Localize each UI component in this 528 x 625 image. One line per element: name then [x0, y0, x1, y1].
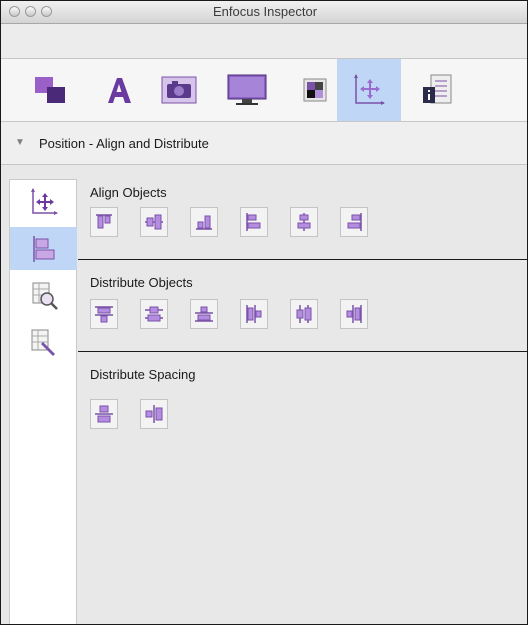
info-icon: [423, 74, 452, 104]
distribute-top-button[interactable]: [90, 299, 118, 329]
align-horizontal-center-icon: [297, 213, 311, 231]
move-icon: [30, 187, 58, 215]
tab-display[interactable]: [219, 59, 275, 121]
sidebar-item-zoom[interactable]: [10, 274, 77, 317]
title-bar: Enfocus Inspector: [1, 1, 527, 24]
group-label-align-objects: Align Objects: [90, 185, 167, 200]
tab-color-separation[interactable]: [287, 59, 343, 121]
align-top-button[interactable]: [90, 207, 118, 237]
align-bottom-button[interactable]: [190, 207, 218, 237]
align-bottom-icon: [196, 215, 212, 230]
distribute-vertical-center-button[interactable]: [140, 299, 168, 329]
display-icon: [227, 74, 267, 105]
sidebar-item-edit[interactable]: [10, 321, 77, 364]
distribute-spacing-vertical-icon: [95, 405, 113, 423]
distribute-right-icon: [346, 305, 362, 323]
distribute-left-button[interactable]: [240, 299, 268, 329]
align-left-icon: [246, 213, 261, 231]
distribute-spacing-horizontal-button[interactable]: [140, 399, 168, 429]
distribute-right-button[interactable]: [340, 299, 368, 329]
align-right-icon: [347, 213, 362, 231]
content-panel: Align Objects Distribute Objects Distrib…: [78, 179, 527, 624]
image-icon: [161, 76, 197, 104]
align-horizontal-center-button[interactable]: [290, 207, 318, 237]
align-top-icon: [96, 214, 112, 229]
distribute-spacing-horizontal-icon: [145, 405, 163, 423]
align-distribute-icon: [32, 235, 54, 262]
sidebar-item-align-distribute[interactable]: [10, 227, 77, 270]
align-vertical-center-icon: [145, 214, 163, 230]
tab-object-fill[interactable]: [23, 59, 79, 121]
window-title: Enfocus Inspector: [212, 4, 318, 19]
distribute-top-icon: [95, 306, 113, 323]
separator: [78, 259, 527, 260]
tab-text[interactable]: [91, 59, 147, 121]
section-header[interactable]: ▼ Position - Align and Distribute: [1, 122, 527, 165]
inspector-window: Enfocus Inspector ▼ Position - Align and…: [0, 0, 528, 625]
align-right-button[interactable]: [340, 207, 368, 237]
distribute-vertical-center-icon: [145, 306, 163, 322]
group-label-distribute-objects: Distribute Objects: [90, 275, 193, 290]
distribute-horizontal-center-button[interactable]: [290, 299, 318, 329]
zoom-icon: [32, 282, 58, 310]
sidebar: [9, 179, 77, 624]
position-icon: [354, 74, 385, 105]
separator: [78, 351, 527, 352]
group-label-distribute-spacing: Distribute Spacing: [90, 367, 196, 382]
align-left-button[interactable]: [240, 207, 268, 237]
color-separation-icon: [303, 78, 327, 102]
tab-image[interactable]: [151, 59, 207, 121]
text-icon: [108, 78, 131, 103]
align-vertical-center-button[interactable]: [140, 207, 168, 237]
distribute-horizontal-center-icon: [296, 305, 312, 323]
object-fill-icon: [35, 77, 65, 103]
distribute-bottom-button[interactable]: [190, 299, 218, 329]
tab-position[interactable]: [337, 59, 401, 121]
disclosure-triangle-icon[interactable]: ▼: [15, 137, 25, 148]
edit-icon: [31, 329, 55, 356]
distribute-bottom-icon: [195, 306, 213, 322]
section-title: Position - Align and Distribute: [39, 136, 209, 151]
distribute-left-icon: [246, 305, 262, 323]
inspector-toolbar: [1, 59, 527, 122]
distribute-spacing-vertical-button[interactable]: [90, 399, 118, 429]
tab-info[interactable]: [409, 59, 465, 121]
sidebar-item-move[interactable]: [10, 180, 77, 223]
toolbar-spacer: [1, 24, 527, 59]
